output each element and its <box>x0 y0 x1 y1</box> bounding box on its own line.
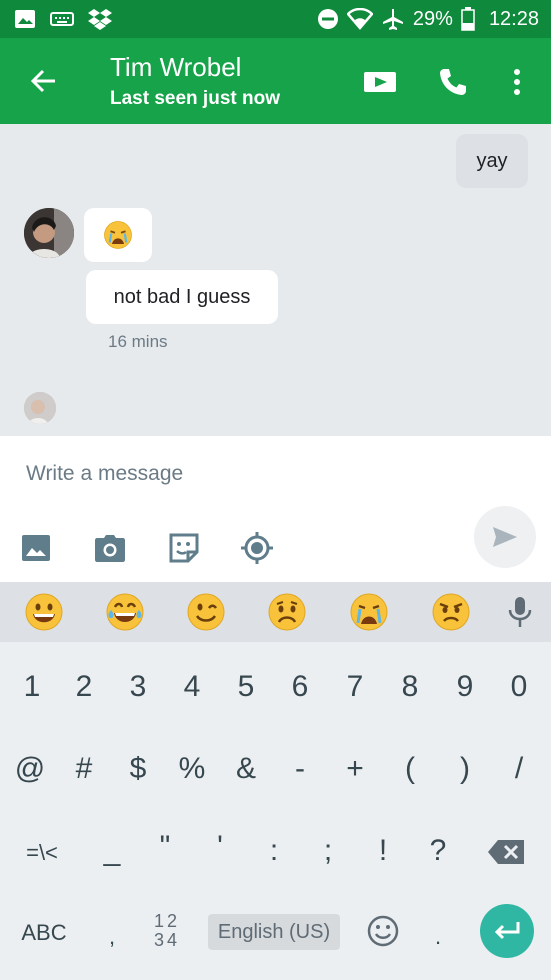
incoming-emoji-bubble[interactable] <box>84 208 152 262</box>
small-avatar-photo <box>24 392 56 424</box>
overflow-menu-button[interactable] <box>495 60 539 104</box>
key-apostrophe[interactable]: ' <box>200 830 240 864</box>
message-composer <box>0 436 551 582</box>
grinning-face-emoji[interactable] <box>24 592 64 632</box>
location-button[interactable] <box>239 530 275 566</box>
angry-face-emoji[interactable] <box>431 592 471 632</box>
arrow-back-icon <box>30 69 55 93</box>
sticker-icon <box>169 533 199 563</box>
key-slash[interactable]: / <box>499 752 539 786</box>
attach-image-button[interactable] <box>18 530 54 566</box>
return-arrow-icon <box>494 922 520 940</box>
camera-button[interactable] <box>92 530 128 566</box>
crying-face-emoji <box>104 221 132 249</box>
status-left-icons <box>14 6 112 32</box>
key-4[interactable]: 4 <box>172 670 212 704</box>
voice-call-button[interactable] <box>431 60 475 104</box>
key-dollar[interactable]: $ <box>118 752 158 786</box>
incoming-message-bubble[interactable]: not bad I guess <box>86 270 278 324</box>
key-3[interactable]: 3 <box>118 670 158 704</box>
my-location-icon <box>241 532 273 564</box>
key-plus[interactable]: + <box>335 752 375 786</box>
abc-key[interactable]: ABC <box>20 920 68 946</box>
enter-key[interactable] <box>480 904 534 958</box>
outgoing-message-text: yay <box>476 149 508 172</box>
video-call-button[interactable] <box>358 60 402 104</box>
keyboard-icon <box>50 12 74 26</box>
backspace-key[interactable] <box>486 838 526 866</box>
phone-icon <box>440 69 466 95</box>
key-question[interactable]: ? <box>418 834 458 868</box>
message-timestamp: 16 mins <box>108 332 168 351</box>
wifi-icon <box>346 8 373 30</box>
camera-icon <box>95 535 125 562</box>
key-percent[interactable]: % <box>172 752 212 786</box>
typing-indicator-avatar <box>24 392 56 424</box>
key-minus[interactable]: - <box>280 752 320 786</box>
message-input[interactable] <box>24 456 448 492</box>
key-exclamation[interactable]: ! <box>363 834 403 868</box>
smiley-icon <box>367 915 399 947</box>
emoji-key[interactable] <box>366 914 400 948</box>
numpad-key-top: 12 <box>153 911 181 931</box>
symbols-keyboard: 1 2 3 4 5 6 7 8 9 0 @ # $ % & - + ( ) / … <box>0 642 551 980</box>
outgoing-message-bubble[interactable]: yay <box>456 134 528 188</box>
emoji-suggestion-bar <box>0 582 551 642</box>
last-seen-status: Last seen just now <box>110 88 280 109</box>
more-vert-icon <box>514 69 520 95</box>
app-bar: Tim Wrobel Last seen just now <box>0 38 551 124</box>
key-9[interactable]: 9 <box>445 670 485 704</box>
key-at[interactable]: @ <box>10 752 50 786</box>
worried-face-emoji[interactable] <box>267 592 307 632</box>
status-right: 29% 12:28 <box>317 0 539 38</box>
gallery-icon <box>15 10 35 28</box>
back-button[interactable] <box>22 60 64 102</box>
key-0[interactable]: 0 <box>499 670 539 704</box>
status-bar: 29% 12:28 <box>0 0 551 38</box>
battery-icon <box>461 7 475 31</box>
key-comma[interactable]: , <box>92 924 132 950</box>
send-button[interactable] <box>474 506 536 568</box>
contact-avatar[interactable] <box>24 208 74 258</box>
send-icon <box>493 527 517 547</box>
sticker-button[interactable] <box>166 530 202 566</box>
battery-percent: 29% <box>412 7 453 30</box>
key-period[interactable]: . <box>418 924 458 950</box>
dropbox-icon <box>88 9 112 30</box>
wink-face-emoji[interactable] <box>186 592 226 632</box>
key-colon[interactable]: : <box>254 834 294 868</box>
numpad-key[interactable]: 12 34 <box>150 912 184 950</box>
contact-name[interactable]: Tim Wrobel <box>110 52 241 83</box>
loudly-crying-emoji[interactable] <box>349 592 389 632</box>
space-bar[interactable]: English (US) <box>208 914 340 950</box>
key-close-paren[interactable]: ) <box>445 752 485 786</box>
key-hash[interactable]: # <box>64 752 104 786</box>
language-label: English (US) <box>217 920 331 943</box>
key-double-quote[interactable]: " <box>145 830 185 864</box>
key-open-paren[interactable]: ( <box>390 752 430 786</box>
conversation-area[interactable]: yay not bad I guess 16 mins <box>0 124 551 436</box>
backspace-icon <box>488 840 524 864</box>
key-semicolon[interactable]: ; <box>308 834 348 868</box>
avatar-photo <box>24 208 74 258</box>
airplane-icon <box>382 9 403 30</box>
key-8[interactable]: 8 <box>390 670 430 704</box>
clock: 12:28 <box>488 7 539 30</box>
key-5[interactable]: 5 <box>226 670 266 704</box>
tears-of-joy-emoji[interactable] <box>105 592 145 632</box>
key-2[interactable]: 2 <box>64 670 104 704</box>
key-ampersand[interactable]: & <box>226 752 266 786</box>
key-7[interactable]: 7 <box>335 670 375 704</box>
key-1[interactable]: 1 <box>12 670 52 704</box>
image-icon <box>22 535 50 561</box>
key-more-symbols[interactable]: =\< <box>22 840 62 866</box>
numpad-key-bottom: 34 <box>153 930 181 950</box>
video-camera-icon <box>364 72 396 92</box>
key-underscore[interactable]: _ <box>92 834 132 868</box>
microphone-icon[interactable] <box>508 596 532 628</box>
incoming-message-text: not bad I guess <box>113 285 251 308</box>
do-not-disturb-icon <box>317 9 338 29</box>
key-6[interactable]: 6 <box>280 670 320 704</box>
